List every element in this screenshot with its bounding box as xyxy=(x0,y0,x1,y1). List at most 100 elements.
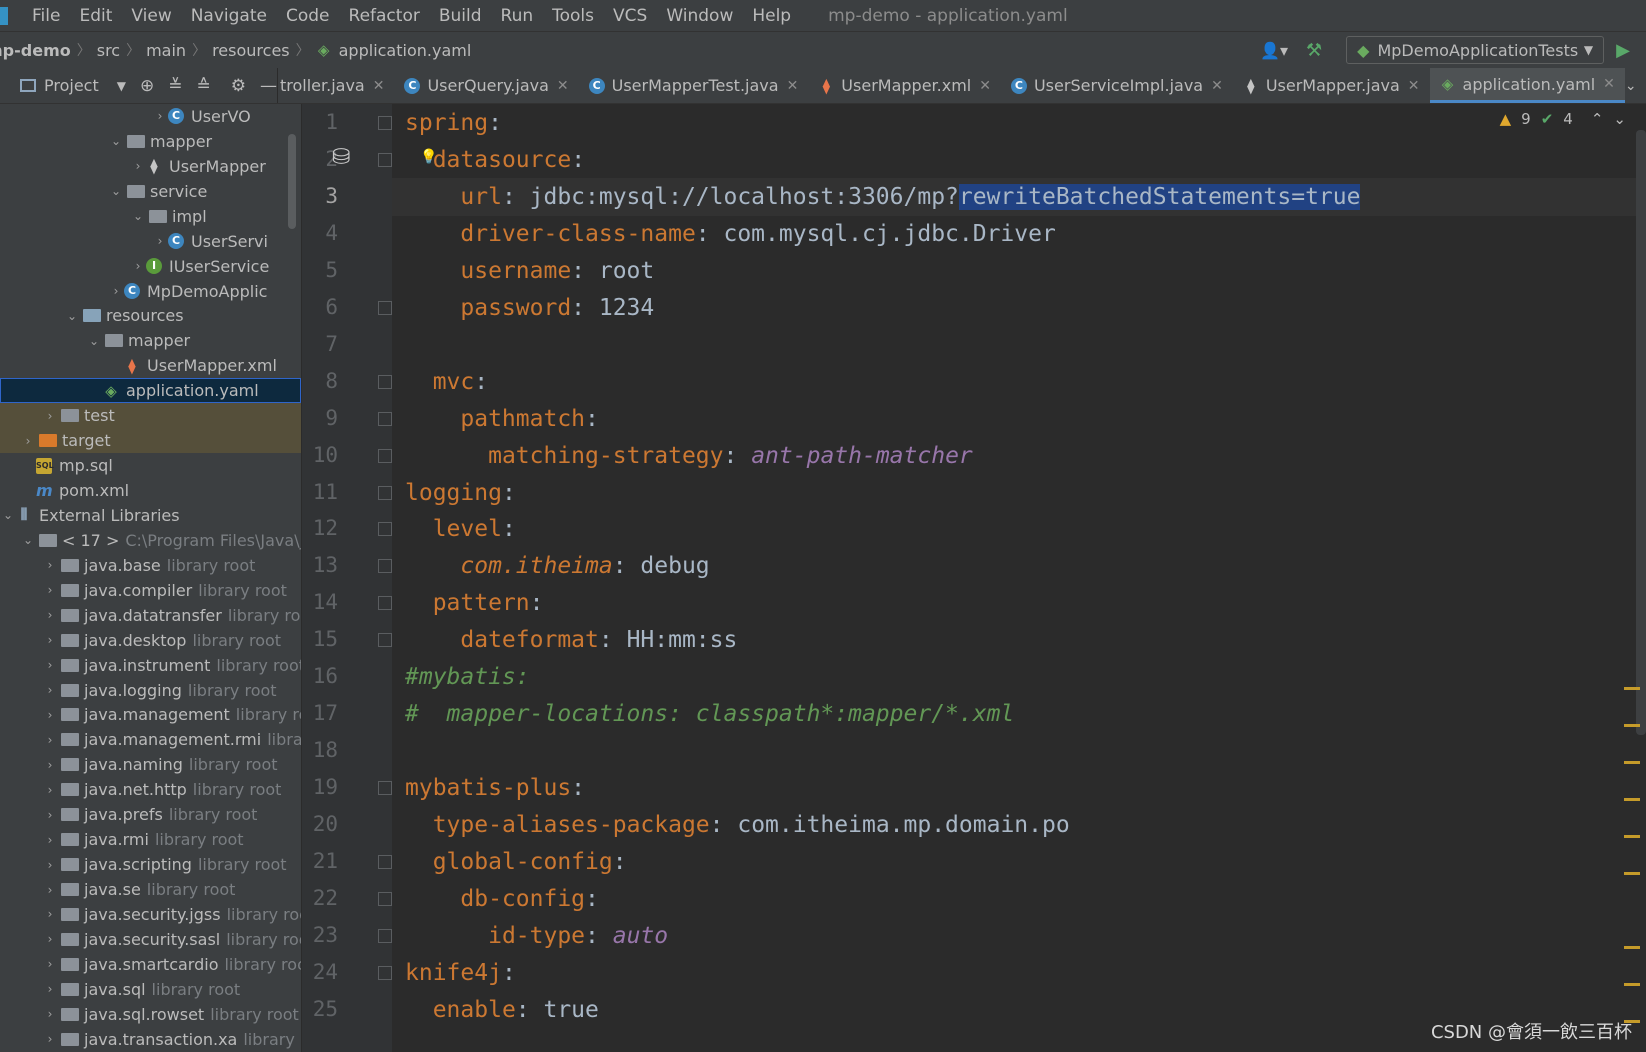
tab-troller-java[interactable]: troller.java ✕ xyxy=(278,68,394,103)
fold-marker-icon[interactable] xyxy=(378,374,392,389)
breadcrumb-item[interactable]: application.yaml xyxy=(339,41,472,60)
expand-arrow-icon[interactable]: › xyxy=(42,783,58,797)
expand-arrow-icon[interactable]: › xyxy=(42,683,58,697)
chevron-down-icon[interactable]: ▼ xyxy=(117,79,126,93)
expand-arrow-icon[interactable]: › xyxy=(130,159,146,173)
expand-arrow-icon[interactable]: ⌄ xyxy=(64,309,80,323)
menu-item-help[interactable]: Help xyxy=(752,6,791,26)
menu-item-code[interactable]: Code xyxy=(286,6,330,26)
tree-item[interactable]: › C UserServi xyxy=(0,229,301,254)
previous-highlight-icon[interactable]: ⌃ xyxy=(1591,110,1604,128)
menu-item-view[interactable]: View xyxy=(131,6,171,26)
warning-stripe-mark[interactable] xyxy=(1624,835,1640,838)
warning-stripe-mark[interactable] xyxy=(1624,798,1640,802)
tree-item[interactable]: › java.se library root xyxy=(0,877,301,902)
datasource-icon[interactable]: ⛁ xyxy=(332,145,350,170)
fold-marker-icon[interactable] xyxy=(378,855,392,869)
expand-arrow-icon[interactable]: › xyxy=(42,658,58,672)
tree-item[interactable]: ⌄ < 17 > C:\Program Files\Java\j xyxy=(0,528,301,553)
next-highlight-icon[interactable]: ⌄ xyxy=(1613,110,1626,128)
tree-item[interactable]: SQL mp.sql xyxy=(0,453,301,478)
expand-arrow-icon[interactable]: ⌄ xyxy=(86,334,102,348)
tree-item[interactable]: › java.smartcardio library roo xyxy=(0,952,301,977)
close-icon[interactable]: ✕ xyxy=(787,78,799,94)
tree-item[interactable]: ⧫ UserMapper.xml xyxy=(0,353,301,378)
tree-item[interactable]: ⌄ service xyxy=(0,179,301,204)
expand-arrow-icon[interactable]: › xyxy=(42,708,58,722)
expand-arrow-icon[interactable]: › xyxy=(42,808,58,822)
expand-arrow-icon[interactable]: › xyxy=(42,758,58,772)
tree-item[interactable]: › java.rmi library root xyxy=(0,827,301,852)
breadcrumb-item[interactable]: main xyxy=(146,41,186,60)
tree-item[interactable]: ⌄ mapper xyxy=(0,129,301,154)
intention-bulb-icon[interactable]: 💡 xyxy=(420,149,437,165)
menu-item-run[interactable]: Run xyxy=(501,6,534,26)
tree-item[interactable]: › I IUserService xyxy=(0,254,301,279)
close-icon[interactable]: ✕ xyxy=(1603,76,1615,92)
expand-arrow-icon[interactable]: › xyxy=(42,633,58,647)
menu-item-vcs[interactable]: VCS xyxy=(613,6,647,26)
tree-item[interactable]: › java.security.jgss library roo xyxy=(0,902,301,927)
hide-icon[interactable]: — xyxy=(260,76,277,96)
fold-marker-icon[interactable] xyxy=(378,559,392,574)
tree-item[interactable]: › C UserVO xyxy=(0,104,301,129)
breadcrumb-item[interactable]: src xyxy=(97,41,120,60)
tree-item[interactable]: ⌄ mapper xyxy=(0,328,301,353)
menu-item-refactor[interactable]: Refactor xyxy=(349,6,420,26)
tab-usermapper-java[interactable]: ⧫ UserMapper.java ✕ xyxy=(1233,68,1430,103)
close-icon[interactable]: ✕ xyxy=(557,78,569,94)
fold-marker-icon[interactable] xyxy=(378,152,392,167)
expand-arrow-icon[interactable]: › xyxy=(42,733,58,747)
fold-marker-icon[interactable] xyxy=(378,633,392,648)
tree-item[interactable]: › java.instrument library root xyxy=(0,653,301,678)
tree-item[interactable]: › ⧫ UserMapper xyxy=(0,154,301,179)
expand-arrow-icon[interactable]: › xyxy=(42,558,58,572)
warning-stripe-mark[interactable] xyxy=(1624,687,1640,691)
warning-stripe-mark[interactable] xyxy=(1624,982,1640,986)
tree-item[interactable]: › java.compiler library root xyxy=(0,578,301,603)
expand-arrow-icon[interactable]: › xyxy=(42,907,58,921)
fold-marker-icon[interactable] xyxy=(378,448,392,463)
expand-arrow-icon[interactable]: › xyxy=(42,1007,58,1021)
tab-usermappertest-java[interactable]: C UserMapperTest.java ✕ xyxy=(579,68,809,103)
expand-arrow-icon[interactable]: › xyxy=(42,982,58,996)
tree-item[interactable]: › test xyxy=(0,403,301,429)
inspection-widget[interactable]: ▲ 9 ✔ 4 ⌃ ⌄ xyxy=(1500,110,1626,128)
menu-item-file[interactable]: File xyxy=(32,6,60,26)
tree-item[interactable]: ⌄ impl xyxy=(0,204,301,229)
warning-stripe-mark[interactable] xyxy=(1624,945,1640,949)
build-hammer-icon[interactable]: ⚒ xyxy=(1306,40,1322,61)
expand-arrow-icon[interactable]: › xyxy=(42,858,58,872)
tab-usermapper-xml[interactable]: ⧫ UserMapper.xml ✕ xyxy=(808,68,1001,103)
tree-item[interactable]: › java.sql library root xyxy=(0,977,301,1002)
fold-marker-icon[interactable] xyxy=(378,928,392,943)
fold-marker-icon[interactable] xyxy=(378,596,392,611)
tree-item[interactable]: ⌄ ⫴ External Libraries xyxy=(0,503,301,528)
expand-arrow-icon[interactable]: ⌄ xyxy=(0,508,16,522)
expand-arrow-icon[interactable]: › xyxy=(42,957,58,971)
expand-arrow-icon[interactable]: › xyxy=(152,109,168,123)
fold-marker-icon[interactable] xyxy=(378,522,392,537)
fold-marker-icon[interactable] xyxy=(378,891,392,906)
menu-item-navigate[interactable]: Navigate xyxy=(191,6,267,26)
user-icon[interactable]: 👤▾ xyxy=(1260,41,1288,60)
fold-marker-icon[interactable] xyxy=(378,300,392,315)
menu-item-build[interactable]: Build xyxy=(439,6,482,26)
close-icon[interactable]: ✕ xyxy=(373,78,385,94)
tree-item[interactable]: › java.naming library root xyxy=(0,752,301,777)
run-icon[interactable]: ▶ xyxy=(1616,40,1630,61)
close-icon[interactable]: ✕ xyxy=(1211,78,1223,94)
tab-application-yaml[interactable]: ◈ application.yaml ✕ xyxy=(1429,68,1625,103)
warning-stripe-mark[interactable] xyxy=(1624,724,1640,728)
tree-item[interactable]: › java.prefs library root xyxy=(0,802,301,827)
tree-item[interactable]: › java.datatransferlibrary roo xyxy=(0,603,301,628)
tabs-overflow-icon[interactable]: ⌄ xyxy=(1625,78,1637,94)
expand-arrow-icon[interactable]: › xyxy=(108,284,124,298)
tree-item[interactable]: ⌄ resources xyxy=(0,304,301,329)
expand-arrow-icon[interactable]: › xyxy=(42,608,58,622)
tree-item[interactable]: › java.scripting library root xyxy=(0,852,301,877)
expand-arrow-icon[interactable]: › xyxy=(130,259,146,273)
expand-arrow-icon[interactable]: › xyxy=(42,1032,58,1046)
fold-marker-icon[interactable] xyxy=(378,965,392,980)
menu-item-edit[interactable]: Edit xyxy=(79,6,112,26)
